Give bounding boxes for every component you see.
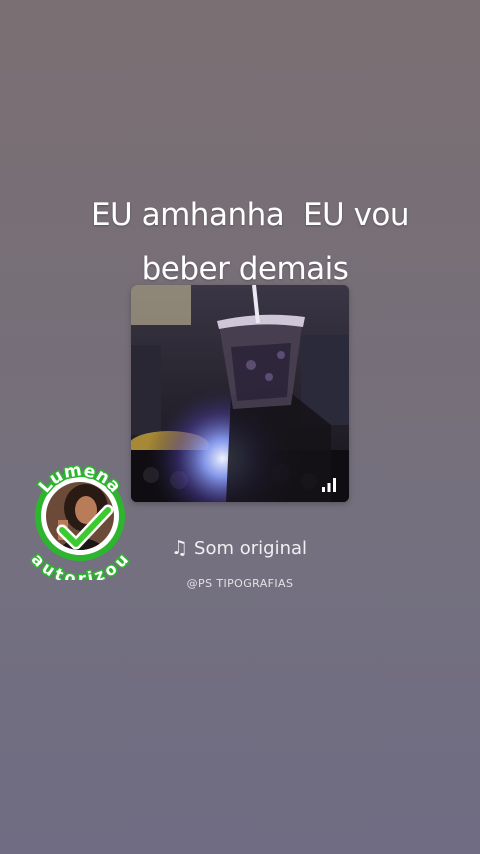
badge-graphic: Lumena autorizou xyxy=(26,459,133,590)
music-note-icon: ♫ xyxy=(171,537,189,559)
lumena-autorizou-badge[interactable]: Lumena autorizou xyxy=(26,459,133,590)
video-thumbnail[interactable] xyxy=(131,285,349,502)
caption-text: EU amhanha EU vou beber demais xyxy=(0,188,480,296)
handle-text: @PS TIPOGRAFIAS xyxy=(186,577,294,590)
sound-label: Som original xyxy=(194,538,308,559)
original-sound-link[interactable]: ♫ Som original xyxy=(171,538,307,559)
creator-handle[interactable]: @PS TIPOGRAFIAS xyxy=(0,577,480,590)
video-frame-image xyxy=(131,285,349,502)
signal-bars-icon xyxy=(322,478,336,492)
caption-line-1: EU amhanha EU vou xyxy=(90,197,410,233)
